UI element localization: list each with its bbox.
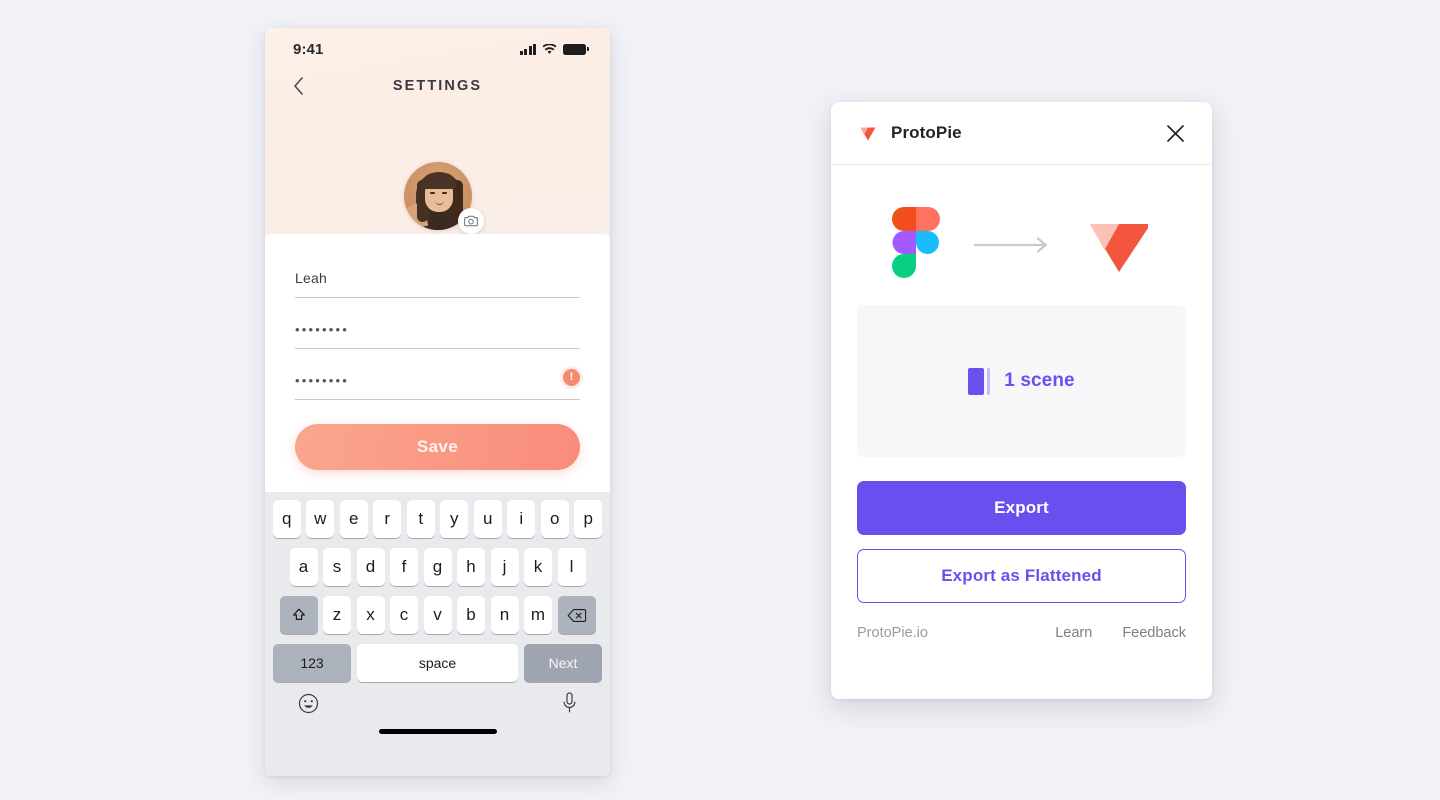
keyboard-row-2: a s d f g h j k l bbox=[268, 548, 607, 586]
numbers-key[interactable]: 123 bbox=[273, 644, 351, 682]
page-title: SETTINGS bbox=[392, 78, 483, 94]
nav-bar: SETTINGS bbox=[265, 64, 610, 108]
keyboard-bottom-bar bbox=[268, 688, 607, 719]
key-p[interactable]: p bbox=[574, 500, 603, 538]
key-l[interactable]: l bbox=[557, 548, 586, 586]
protopie-logo-icon bbox=[857, 122, 879, 144]
key-f[interactable]: f bbox=[390, 548, 418, 586]
scene-frame-icon bbox=[968, 367, 991, 395]
key-x[interactable]: x bbox=[356, 596, 385, 634]
feedback-link[interactable]: Feedback bbox=[1122, 625, 1186, 641]
protopie-export-dialog: ProtoPie 1 scene Export Export as Flatte… bbox=[831, 102, 1212, 699]
status-bar-icons bbox=[519, 43, 589, 55]
key-i[interactable]: i bbox=[507, 500, 536, 538]
key-t[interactable]: t bbox=[406, 500, 435, 538]
key-c[interactable]: c bbox=[390, 596, 418, 634]
save-button[interactable]: Save bbox=[295, 424, 580, 470]
phone-mockup: 9:41 SETTINGS Leah •••••••• •••••••• ! S… bbox=[265, 28, 610, 776]
key-h[interactable]: h bbox=[457, 548, 485, 586]
protopie-logo-icon bbox=[1086, 210, 1152, 281]
key-n[interactable]: n bbox=[490, 596, 519, 634]
password-field-value: •••••••• bbox=[295, 322, 350, 337]
key-w[interactable]: w bbox=[306, 500, 335, 538]
key-b[interactable]: b bbox=[457, 596, 485, 634]
conversion-illustration bbox=[857, 191, 1186, 299]
dialog-footer: ProtoPie.io Learn Feedback bbox=[857, 603, 1186, 667]
keyboard-row-4: 123 space Next bbox=[268, 644, 607, 682]
battery-icon bbox=[563, 43, 589, 55]
key-d[interactable]: d bbox=[356, 548, 385, 586]
camera-icon[interactable] bbox=[457, 208, 484, 234]
avatar-wrapper bbox=[403, 162, 484, 234]
export-as-flattened-button[interactable]: Export as Flattened bbox=[857, 549, 1186, 603]
protopie-site-link[interactable]: ProtoPie.io bbox=[857, 625, 928, 641]
confirm-password-field[interactable]: •••••••• ! bbox=[295, 369, 580, 400]
key-q[interactable]: q bbox=[272, 500, 301, 538]
key-u[interactable]: u bbox=[473, 500, 502, 538]
error-alert-icon[interactable]: ! bbox=[563, 369, 580, 386]
key-a[interactable]: a bbox=[289, 548, 318, 586]
wifi-icon bbox=[542, 43, 557, 55]
next-key[interactable]: Next bbox=[524, 644, 602, 682]
backspace-delete-icon[interactable] bbox=[557, 596, 596, 634]
field-underline bbox=[295, 297, 580, 298]
name-field-value: Leah bbox=[295, 270, 327, 286]
key-s[interactable]: s bbox=[323, 548, 351, 586]
figma-logo-icon bbox=[891, 207, 940, 283]
status-bar: 9:41 bbox=[265, 28, 610, 64]
emoji-smiley-icon[interactable] bbox=[298, 693, 319, 719]
field-underline bbox=[295, 399, 580, 400]
export-button[interactable]: Export bbox=[857, 481, 1186, 535]
dialog-title: ProtoPie bbox=[891, 123, 962, 142]
key-o[interactable]: o bbox=[540, 500, 569, 538]
keyboard-row-3: z x c v b n m bbox=[268, 596, 607, 634]
key-r[interactable]: r bbox=[373, 500, 402, 538]
key-m[interactable]: m bbox=[524, 596, 552, 634]
signal-bars-icon bbox=[519, 43, 536, 55]
dialog-header: ProtoPie bbox=[831, 102, 1212, 165]
name-field[interactable]: Leah bbox=[295, 270, 580, 298]
scene-summary-panel: 1 scene bbox=[857, 305, 1186, 457]
microphone-icon[interactable] bbox=[562, 692, 577, 719]
settings-form: Leah •••••••• •••••••• ! Save bbox=[265, 234, 610, 492]
field-underline bbox=[295, 348, 580, 349]
close-x-icon[interactable] bbox=[1162, 120, 1188, 146]
shift-up-arrow-icon[interactable] bbox=[279, 596, 318, 634]
on-screen-keyboard: q w e r t y u i o p a s d f g h j k l z … bbox=[265, 492, 610, 776]
keyboard-row-1: q w e r t y u i o p bbox=[268, 500, 607, 538]
key-z[interactable]: z bbox=[323, 596, 351, 634]
password-field[interactable]: •••••••• bbox=[295, 322, 580, 349]
scene-count-label: 1 scene bbox=[1004, 370, 1075, 391]
phone-header: 9:41 SETTINGS bbox=[265, 28, 610, 238]
error-glyph: ! bbox=[569, 371, 574, 383]
arrow-right-icon bbox=[973, 237, 1052, 253]
home-indicator bbox=[378, 729, 497, 734]
status-bar-clock: 9:41 bbox=[293, 40, 324, 58]
key-j[interactable]: j bbox=[490, 548, 519, 586]
key-y[interactable]: y bbox=[440, 500, 469, 538]
key-g[interactable]: g bbox=[423, 548, 452, 586]
space-key[interactable]: space bbox=[357, 644, 518, 682]
confirm-password-field-value: •••••••• bbox=[295, 373, 350, 388]
key-e[interactable]: e bbox=[339, 500, 368, 538]
key-k[interactable]: k bbox=[524, 548, 552, 586]
dialog-body: 1 scene Export Export as Flattened Proto… bbox=[831, 165, 1212, 699]
screen-root: 9:41 SETTINGS Leah •••••••• •••••••• ! S… bbox=[0, 0, 1440, 800]
key-v[interactable]: v bbox=[423, 596, 452, 634]
learn-link[interactable]: Learn bbox=[1055, 625, 1092, 641]
